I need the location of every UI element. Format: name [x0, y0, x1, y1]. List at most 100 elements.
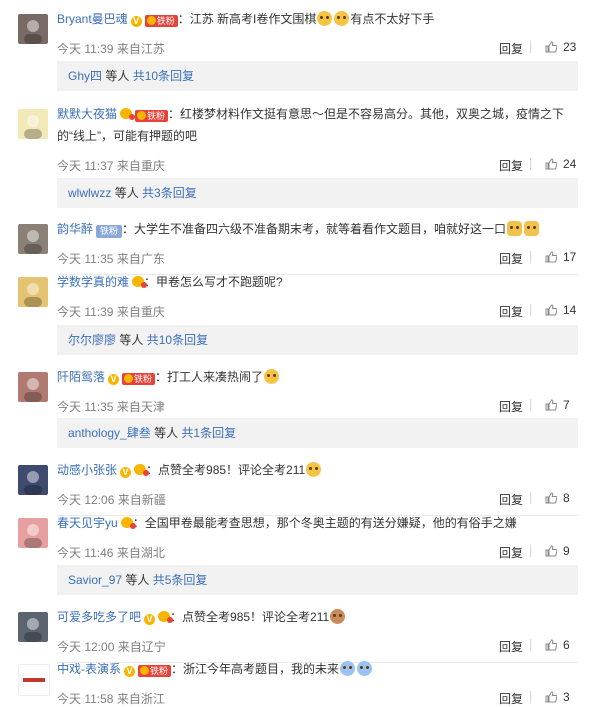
reply-button[interactable]: 回复 — [499, 398, 523, 415]
separator — [530, 41, 531, 53]
reply-button[interactable]: 回复 — [499, 638, 523, 655]
reply-button[interactable]: 回复 — [499, 40, 523, 57]
comment-body: ：打工人来凑热闹了 — [155, 370, 264, 384]
reply-count-link[interactable]: 共10条回复 — [147, 333, 208, 347]
comment-body: ：全国甲卷最能考查思想，那个冬奥主题的有送分嫌疑，他的有俗手之嫌 — [132, 516, 517, 530]
fan-badge: 铁粉 — [144, 15, 178, 27]
reply-button[interactable]: 回复 — [499, 544, 523, 561]
reply-summary-more: 等人 — [114, 186, 139, 200]
thumbs-up-icon — [545, 639, 557, 651]
emoji-cat-icon — [507, 221, 523, 236]
separator — [530, 691, 531, 703]
username-link[interactable]: 春天见宇yu — [57, 516, 118, 530]
username-link[interactable]: 动感小张张 — [57, 463, 117, 477]
comment-meta: 今天 11:39 来自重庆 — [57, 303, 165, 320]
comment-text: 阡陌鸳落 V 铁粉 ：打工人来凑热闹了 — [57, 366, 579, 388]
emoji-cat-icon — [524, 221, 540, 236]
avatar[interactable] — [18, 372, 48, 402]
avatar[interactable] — [18, 224, 48, 254]
comment-text: 学数学真的难 ：甲卷怎么写才不跑题呢? — [57, 271, 579, 293]
reply-count-link[interactable]: 共5条回复 — [153, 573, 208, 587]
fan-badge-label: 铁粉 — [147, 111, 166, 121]
comment-text: 可爱多吃多了吧 V ：点赞全考985！评论全考211 — [57, 606, 579, 628]
reply-count-link[interactable]: 共3条回复 — [142, 186, 197, 200]
verified-v-icon: V — [144, 614, 156, 625]
username-link[interactable]: 学数学真的难 — [57, 275, 129, 289]
comment-meta: 今天 11:39 来自江苏 — [57, 40, 165, 57]
like-button[interactable]: 14 — [545, 303, 576, 317]
username-link[interactable]: 中戏-表演系 — [57, 662, 121, 676]
avatar[interactable] — [18, 612, 48, 642]
avatar[interactable] — [18, 518, 48, 548]
fan-badge: 铁粉 — [122, 373, 156, 385]
timestamp: 今天 12:00 — [57, 640, 115, 654]
reply-summary-user[interactable]: 尔尔廖廖 — [68, 333, 116, 347]
comment-body: ：点赞全考985！评论全考211 — [170, 610, 330, 624]
reply-button[interactable]: 回复 — [499, 690, 523, 707]
username-link[interactable]: 阡陌鸳落 — [57, 370, 105, 384]
username-link[interactable]: 默默大夜猫 — [57, 107, 117, 121]
avatar[interactable] — [18, 465, 48, 495]
timestamp: 今天 11:37 — [57, 159, 114, 173]
like-button[interactable]: 9 — [545, 544, 570, 558]
separator — [530, 158, 531, 170]
fan-cap-icon — [137, 111, 147, 120]
like-button[interactable]: 3 — [545, 690, 570, 704]
avatar[interactable] — [18, 277, 48, 307]
like-button[interactable]: 17 — [545, 250, 576, 264]
avatar[interactable] — [18, 109, 48, 139]
location: 来自重庆 — [116, 159, 165, 173]
timestamp: 今天 11:39 — [57, 305, 114, 319]
username-link[interactable]: Bryant曼巴魂 — [57, 12, 128, 26]
fan-cap-icon — [140, 666, 149, 675]
reply-summary-user[interactable]: anthology_肆叁 — [68, 426, 151, 440]
emoji-laugh-icon — [264, 369, 280, 384]
reply-summary-bar[interactable]: Savior_97 等人 共5条回复 — [57, 565, 578, 595]
timestamp: 今天 11:35 — [57, 400, 114, 414]
avatar[interactable] — [18, 14, 48, 44]
like-button[interactable]: 24 — [545, 157, 576, 171]
reply-summary-bar[interactable]: Ghy四 等人 共10条回复 — [57, 61, 578, 91]
reply-summary-bar[interactable]: anthology_肆叁 等人 共1条回复 — [57, 418, 578, 448]
reply-summary-user[interactable]: wlwlwzz — [68, 186, 111, 200]
comment-meta: 今天 11:35 来自广东 — [57, 250, 165, 267]
reply-button[interactable]: 回复 — [499, 491, 523, 508]
reply-summary-more: 等人 — [119, 333, 144, 347]
fan-badge-label: 铁粉 — [156, 16, 175, 26]
comment-text: 默默大夜猫 铁粉 ：红楼梦材料作文挺有意思～但是不容易高分。其他，双奥之城，疫情之下… — [57, 103, 579, 147]
avatar[interactable] — [18, 664, 50, 696]
reply-summary-more: 等人 — [125, 573, 150, 587]
like-button[interactable]: 8 — [545, 491, 570, 505]
like-button[interactable]: 6 — [545, 638, 570, 652]
reply-count-link[interactable]: 共1条回复 — [181, 426, 236, 440]
comment-meta: 今天 11:46 来自湖北 — [57, 544, 165, 561]
reply-summary-bar[interactable]: 尔尔廖廖 等人 共10条回复 — [57, 325, 578, 355]
member-badge-icon — [132, 276, 148, 288]
username-link[interactable]: 可爱多吃多了吧 — [57, 610, 141, 624]
thumbs-up-icon — [545, 158, 557, 170]
emoji-pray-icon — [330, 609, 346, 624]
username-link[interactable]: 韵华醉 — [57, 222, 93, 236]
location: 来自重庆 — [116, 305, 165, 319]
thumbs-up-icon — [545, 304, 557, 316]
reply-summary-user[interactable]: Ghy四 — [68, 69, 102, 83]
reply-button[interactable]: 回复 — [499, 250, 523, 267]
comment-text: Bryant曼巴魂 V 铁粉 ：江苏 新高考I卷作文围棋 有点不太好下手 — [57, 8, 579, 30]
thumbs-up-icon — [545, 399, 557, 411]
like-count: 24 — [563, 157, 577, 171]
reply-summary-bar[interactable]: wlwlwzz 等人 共3条回复 — [57, 178, 578, 208]
reply-button[interactable]: 回复 — [499, 157, 523, 174]
location: 来自湖北 — [116, 546, 165, 560]
timestamp: 今天 11:58 — [57, 692, 114, 706]
comment-meta: 今天 12:00 来自辽宁 — [57, 638, 166, 655]
reply-button[interactable]: 回复 — [499, 303, 523, 320]
fan-badge-label: 铁粉 — [150, 666, 169, 676]
like-count: 17 — [563, 250, 577, 264]
comment-body: ：红楼梦材料作文挺有意思～但是不容易高分。其他，双奥之城，疫情之下的“线上”，可… — [57, 107, 565, 143]
reply-count-link[interactable]: 共10条回复 — [133, 69, 194, 83]
fan-badge-label: 铁粉 — [134, 374, 153, 384]
reply-summary-user[interactable]: Savior_97 — [68, 573, 122, 587]
thumbs-up-icon — [545, 251, 557, 263]
like-button[interactable]: 7 — [545, 398, 570, 412]
like-button[interactable]: 23 — [545, 40, 576, 54]
